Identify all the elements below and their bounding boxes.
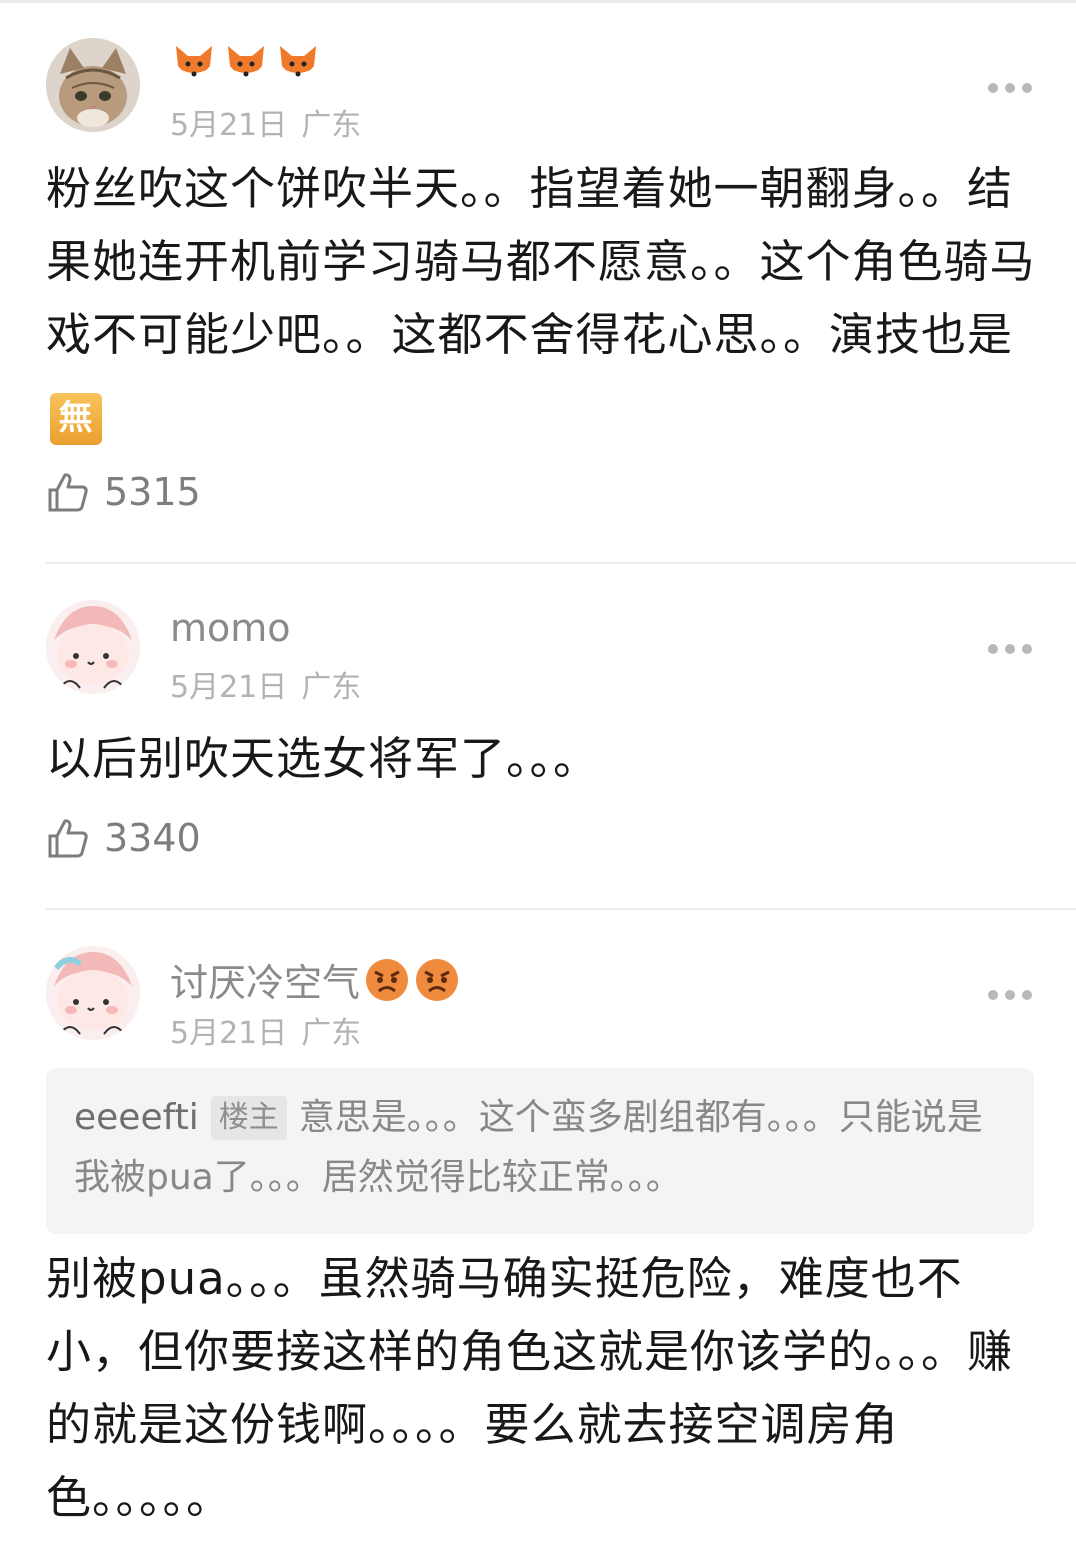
username-text: 讨厌冷空气 bbox=[170, 961, 361, 1005]
comment-text-content: 粉丝吹这个饼吹半天。。指望着她一朝翻身。。结果她连开机前学习骑马都不愿意。。这个… bbox=[46, 162, 1036, 361]
comment-location: 广东 bbox=[301, 670, 362, 705]
comment-location: 广东 bbox=[301, 1016, 362, 1051]
comment-date: 5月21日 bbox=[170, 108, 288, 143]
avatar[interactable] bbox=[46, 600, 140, 694]
like-count: 3340 bbox=[104, 816, 201, 860]
comment-meta: 5月21日 广东 bbox=[170, 1008, 361, 1052]
cat-avatar-image bbox=[46, 38, 140, 132]
comment-text: 以后别吹天选女将军了。。。 bbox=[46, 732, 600, 785]
avatar[interactable] bbox=[46, 38, 140, 132]
thumbs-up-icon bbox=[48, 473, 88, 512]
comment-text: 粉丝吹这个饼吹半天。。指望着她一朝翻身。。结果她连开机前学习骑马都不愿意。。这个… bbox=[46, 152, 1046, 445]
username[interactable]: 讨厌冷空气 bbox=[170, 952, 460, 1007]
fox-emoji-icon bbox=[176, 46, 212, 77]
author-tag: 楼主 bbox=[210, 1096, 287, 1140]
username[interactable]: momo bbox=[170, 606, 291, 650]
wu-emoji-icon: 無 bbox=[50, 392, 102, 445]
top-divider bbox=[0, 0, 1076, 3]
cartoon-avatar-image bbox=[46, 600, 140, 694]
comment-date: 5月21日 bbox=[170, 670, 288, 705]
angry-emoji-icon bbox=[366, 958, 409, 1001]
divider bbox=[46, 562, 1076, 564]
avatar[interactable] bbox=[46, 946, 140, 1040]
divider bbox=[46, 908, 1076, 910]
quoted-reply[interactable]: eeeefti 楼主 意思是。。。这个蛮多剧组都有。。。只能说是我被pua了。。。居… bbox=[46, 1068, 1034, 1234]
like-button[interactable]: 5315 bbox=[46, 470, 201, 514]
angry-emoji-icon bbox=[416, 958, 459, 1001]
comment-text: 别被pua。。。虽然骑马确实挺危险，难度也不小，但你要接这样的角色这就是你该学的… bbox=[46, 1252, 1014, 1524]
comment-date: 5月21日 bbox=[170, 1016, 288, 1051]
fox-emoji-icon bbox=[280, 46, 316, 77]
comment-meta: 5月21日 广东 bbox=[170, 662, 361, 706]
fox-emoji-icon bbox=[228, 46, 264, 77]
more-options-icon[interactable] bbox=[988, 82, 1032, 94]
username[interactable] bbox=[170, 40, 322, 88]
quoted-username[interactable]: eeeefti bbox=[74, 1097, 199, 1138]
comment-location: 广东 bbox=[301, 108, 362, 143]
cartoon-avatar-image bbox=[46, 946, 140, 1040]
like-button[interactable]: 3340 bbox=[46, 816, 201, 860]
comment-meta: 5月21日 广东 bbox=[170, 100, 361, 144]
thumbs-up-icon bbox=[48, 819, 88, 858]
like-count: 5315 bbox=[104, 470, 201, 514]
more-options-icon[interactable] bbox=[988, 643, 1032, 655]
more-options-icon[interactable] bbox=[988, 989, 1032, 1001]
